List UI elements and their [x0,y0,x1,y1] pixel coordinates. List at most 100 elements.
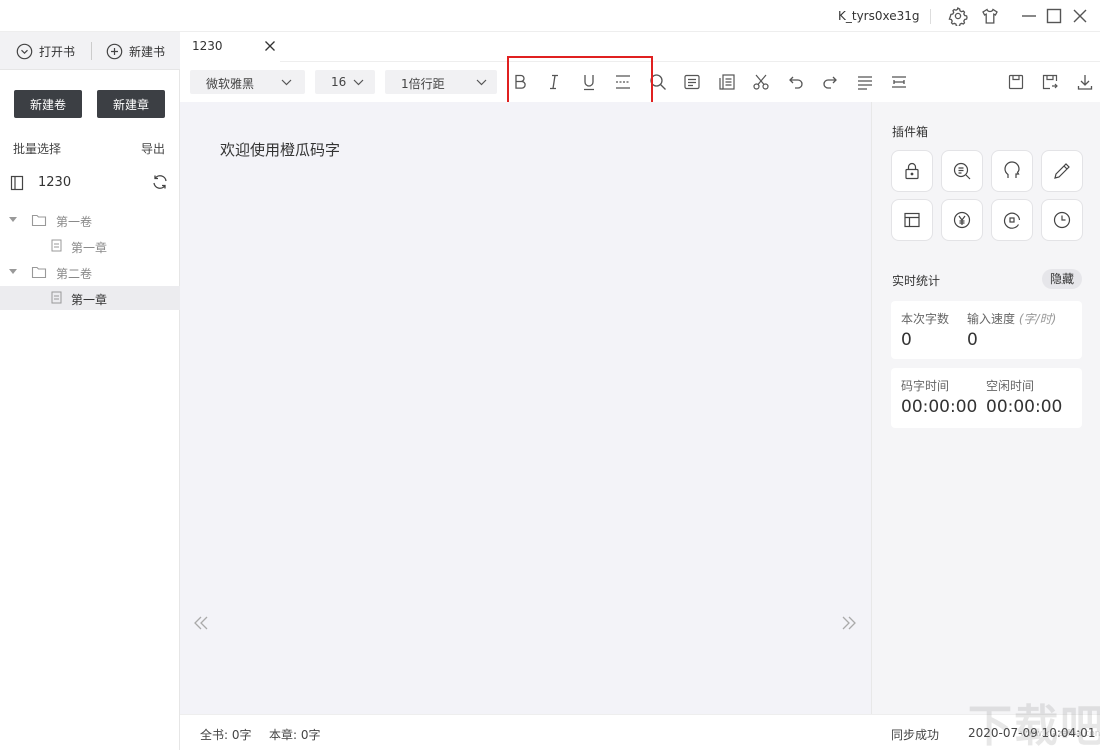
speed-label: 输入速度 (字/时) [967,312,1057,326]
line-spacing-value: 1倍行距 [401,77,445,91]
sync-status: 同步成功 [891,728,940,742]
divider [91,42,92,60]
idle-time-value: 00:00:00 [986,397,1063,417]
close-tab-icon[interactable] [264,40,276,52]
caret-down-icon[interactable] [9,217,17,222]
download-icon[interactable] [1075,72,1095,92]
chevron-down-icon [476,77,487,87]
tree-label: 第一卷 [56,215,93,229]
typesetting-icon[interactable] [889,72,909,92]
chapter-word-count: 本章: 0字 [269,728,321,742]
font-size-select[interactable]: 16 [315,70,375,94]
stats-title: 实时统计 [892,274,941,288]
tab-label: 1230 [192,39,223,53]
tree-volume-2[interactable]: 第二卷 [0,260,180,284]
new-volume-button[interactable]: 新建卷 [14,90,82,118]
tree-chapter-1[interactable]: 第一章 [0,234,180,258]
gear-icon[interactable] [948,6,968,26]
plugin-at[interactable] [991,199,1033,241]
divider [930,9,931,24]
line-spacing-select[interactable]: 1倍行距 [385,70,497,94]
plugin-head[interactable] [991,150,1033,192]
book-row[interactable]: 1230 [0,170,180,196]
open-book-button[interactable]: 打开书 [16,42,75,60]
maximize-icon[interactable] [1044,6,1064,26]
search-doc-icon [953,162,971,180]
refresh-icon[interactable] [151,173,169,191]
tab-bar: 1230 [180,32,1100,62]
stats-card-count: 本次字数 输入速度 (字/时) 0 0 [891,301,1082,359]
tree-label: 第二卷 [56,267,93,281]
table-icon [904,212,920,228]
plus-circle-icon [106,43,123,60]
yen-icon [953,211,971,229]
chevron-circle-icon [16,43,33,60]
copy-icon[interactable] [717,72,737,92]
book-name: 1230 [38,175,72,190]
tree-label: 第一章 [71,241,108,255]
speed-value: 0 [967,330,978,350]
redo-icon[interactable] [820,72,840,92]
caret-down-icon[interactable] [9,269,17,274]
open-book-label: 打开书 [39,44,76,59]
batch-select-link[interactable]: 批量选择 [13,140,61,157]
prev-page-icon[interactable] [192,614,210,632]
document-icon [51,239,62,252]
tree-volume-1[interactable]: 第一卷 [0,208,180,232]
plugin-clock[interactable] [1041,199,1083,241]
at-icon [1003,212,1021,229]
typing-time-value: 00:00:00 [901,397,978,417]
bold-icon[interactable] [510,72,530,92]
plugin-table[interactable] [891,199,933,241]
folder-icon [31,265,47,279]
book-icon [10,175,24,191]
folder-icon [31,213,47,227]
plugin-lock[interactable] [891,150,933,192]
font-family-select[interactable]: 微软雅黑 [190,70,305,94]
editor-content[interactable]: 欢迎使用橙瓜码字 [220,139,340,160]
plugin-yen[interactable] [941,199,983,241]
pencil-icon [1054,163,1070,179]
font-size-value: 16 [331,75,347,89]
plugin-box-title: 插件箱 [892,125,929,139]
align-icon[interactable] [855,72,875,92]
new-book-button[interactable]: 新建书 [106,42,165,60]
speed-unit: (字/时) [1018,312,1057,326]
word-count-label: 本次字数 [901,312,950,326]
plugin-pencil[interactable] [1041,150,1083,192]
total-word-count: 全书: 0字 [200,728,252,742]
clock-icon [1053,211,1071,229]
close-icon[interactable] [1070,6,1090,26]
stats-card-time: 码字时间 空闲时间 00:00:00 00:00:00 [891,368,1082,428]
underline-icon[interactable] [579,72,599,92]
chevron-down-icon [281,77,292,87]
note-icon[interactable] [682,72,702,92]
lock-icon [905,162,919,180]
search-icon[interactable] [648,72,668,92]
undo-icon[interactable] [786,72,806,92]
plugin-search-doc[interactable] [941,150,983,192]
scissors-icon[interactable] [751,72,771,92]
editor-area[interactable]: 欢迎使用橙瓜码字 [180,102,871,714]
save-icon[interactable] [1006,72,1026,92]
italic-icon[interactable] [544,72,564,92]
username[interactable]: K_tyrs0xe31g [838,9,920,23]
new-book-label: 新建书 [129,44,166,59]
save-as-icon[interactable] [1040,72,1060,92]
minimize-icon[interactable] [1019,6,1039,26]
export-link[interactable]: 导出 [141,140,165,157]
new-chapter-button[interactable]: 新建章 [97,90,165,118]
tab-1230[interactable]: 1230 [180,32,280,62]
title-bar: K_tyrs0xe31g [0,0,1100,32]
timestamp: 2020-07-09 10:04:01 [968,726,1096,740]
status-bar: 全书: 0字 本章: 0字 同步成功 2020-07-09 10:04:01 [180,714,1100,750]
tree-label: 第一章 [71,293,108,307]
hide-stats-button[interactable]: 隐藏 [1042,269,1082,289]
strikethrough-icon[interactable] [613,72,633,92]
typing-time-label: 码字时间 [901,379,950,393]
next-page-icon[interactable] [840,614,858,632]
tshirt-icon[interactable] [980,6,1000,26]
document-icon [51,291,62,304]
head-icon [1004,161,1020,178]
tree-chapter-2[interactable]: 第一章 [0,286,180,310]
